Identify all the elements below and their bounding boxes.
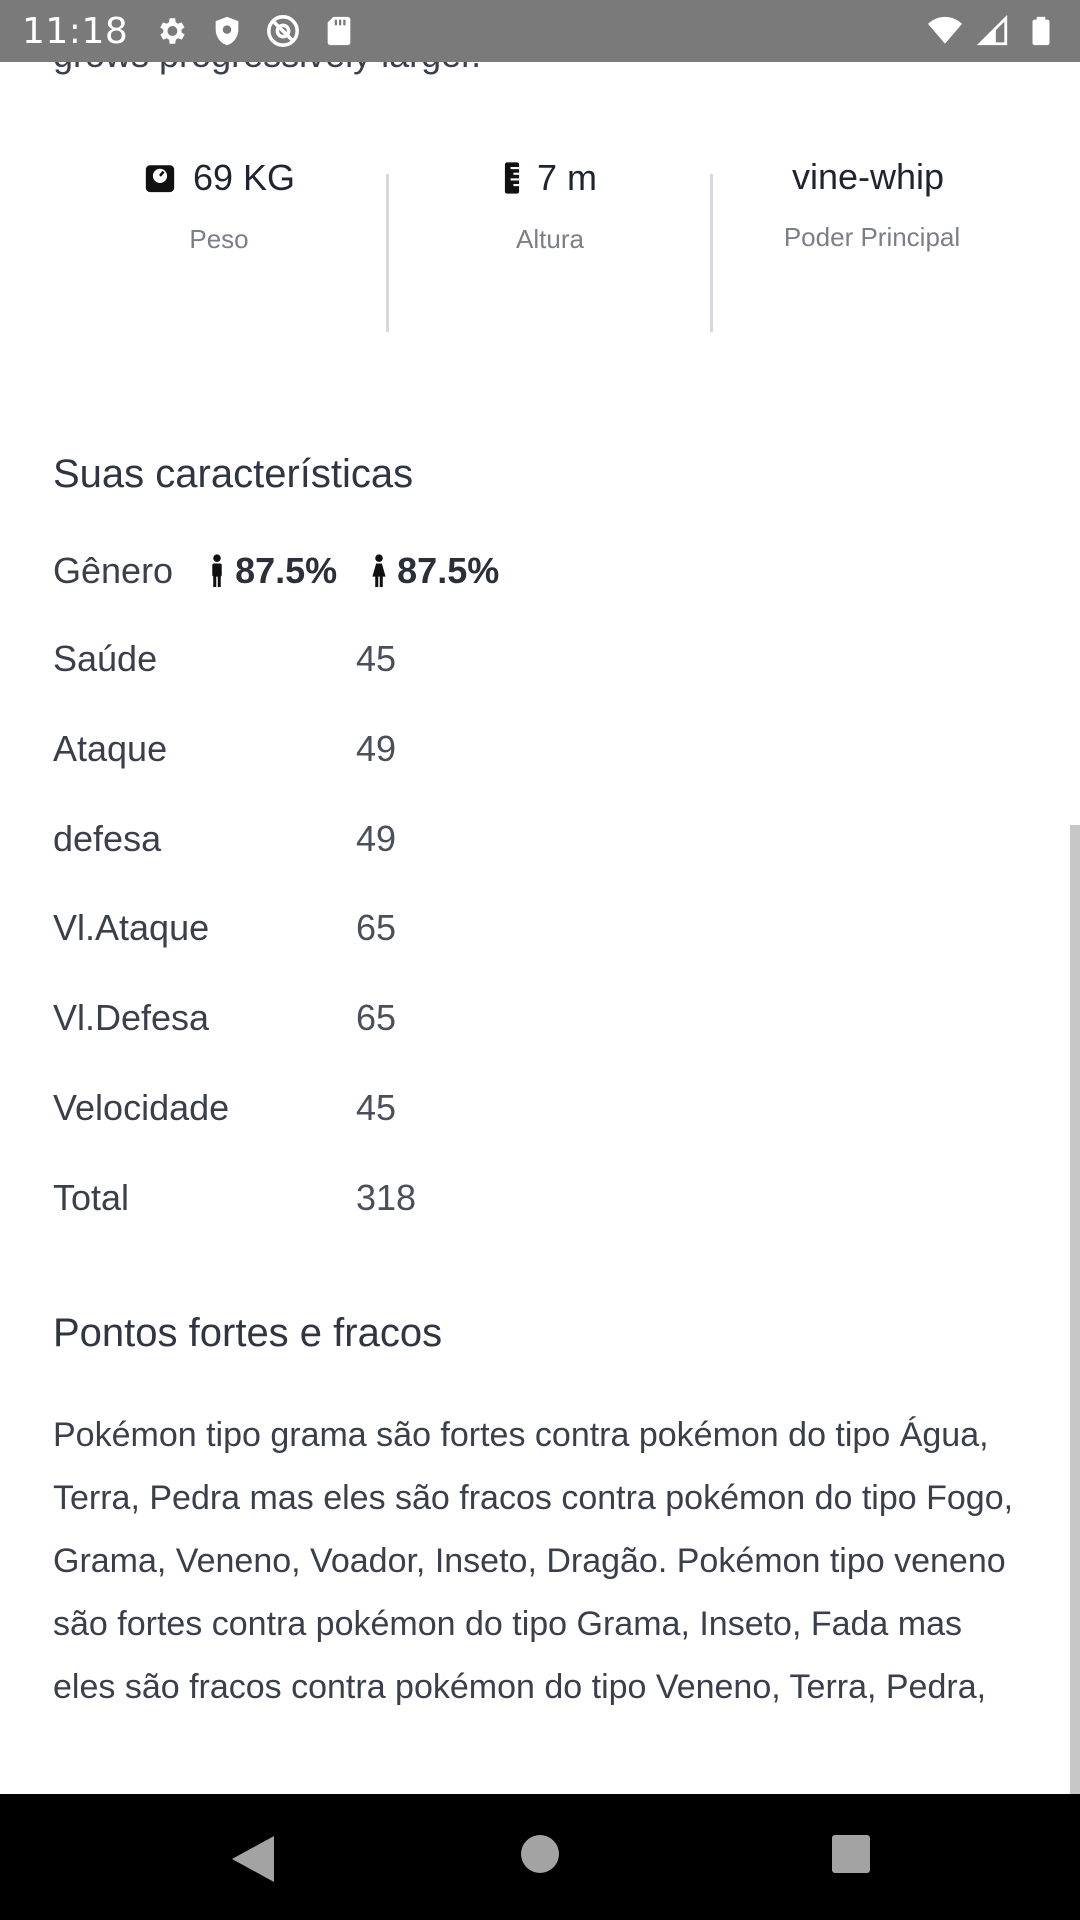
- sd-card-icon: [322, 14, 356, 48]
- gender-female: 87.5%: [371, 550, 499, 592]
- at-sign-icon: [266, 14, 300, 48]
- attribute-row: Saúde 45: [53, 634, 653, 684]
- attribute-value: 65: [356, 997, 397, 1038]
- attribute-value: 49: [356, 728, 397, 769]
- attribute-name: Ataque: [53, 728, 168, 769]
- attribute-row: Velocidade 45: [53, 1083, 653, 1133]
- weight-stat: 69 KG Peso: [60, 154, 378, 255]
- attribute-name: defesa: [53, 818, 162, 859]
- attribute-row: Total 318: [53, 1173, 653, 1223]
- attribute-value: 45: [356, 1087, 397, 1128]
- status-icons-left: [154, 14, 356, 48]
- description-text: grows progressively larger.: [53, 62, 481, 76]
- battery-icon: [1024, 14, 1058, 48]
- scrollbar[interactable]: [1070, 825, 1080, 1794]
- gear-icon: [154, 14, 188, 48]
- attribute-value: 45: [356, 638, 397, 679]
- gender-label: Gênero: [53, 550, 174, 591]
- status-bar: 11:18: [0, 0, 1080, 62]
- status-icons-right: [928, 14, 1058, 48]
- stat-divider: [386, 174, 389, 332]
- male-icon: [212, 554, 222, 588]
- gender-male-value: 87.5%: [235, 550, 338, 591]
- height-label: Altura: [516, 224, 584, 254]
- gender-male: 87.5%: [209, 550, 337, 592]
- main-power-value: vine-whip: [792, 156, 945, 197]
- height-value: 7 m: [536, 157, 597, 198]
- scale-icon: [145, 165, 175, 193]
- main-power-stat: vine-whip Poder Principal: [716, 154, 1028, 253]
- gender-row: Gênero 87.5% 87.5%: [53, 546, 533, 596]
- attribute-row: defesa 49: [53, 814, 653, 864]
- attribute-value: 65: [356, 907, 397, 948]
- attribute-row: Vl.Ataque 65: [53, 903, 653, 953]
- weight-label: Peso: [189, 224, 249, 254]
- weight-value: 69 KG: [192, 157, 296, 198]
- gender-female-value: 87.5%: [397, 550, 500, 591]
- strengths-title: Pontos fortes e fracos: [53, 1311, 443, 1355]
- ruler-icon: [504, 162, 520, 194]
- strengths-text: Pokémon tipo grama são fortes contra pok…: [53, 1416, 1014, 1706]
- stat-divider: [710, 174, 713, 332]
- attribute-name: Saúde: [53, 638, 158, 679]
- attribute-name: Vl.Defesa: [53, 997, 210, 1038]
- height-stat: 7 m Altura: [392, 154, 708, 255]
- attribute-name: Total: [53, 1177, 130, 1218]
- pokemon-detail-content[interactable]: grows progressively larger. 69 KG Peso 7…: [0, 62, 1080, 1794]
- signal-icon: [976, 14, 1010, 48]
- attribute-row: Vl.Defesa 65: [53, 993, 653, 1043]
- wifi-icon: [928, 14, 962, 48]
- main-power-label: Poder Principal: [783, 222, 961, 252]
- home-icon[interactable]: [520, 1834, 560, 1874]
- navigation-bar: [0, 1794, 1080, 1920]
- attribute-value: 49: [356, 818, 397, 859]
- shield-icon: [210, 14, 244, 48]
- recents-icon[interactable]: [831, 1834, 871, 1874]
- attribute-name: Velocidade: [53, 1087, 230, 1128]
- back-icon[interactable]: [230, 1834, 276, 1884]
- attribute-name: Vl.Ataque: [53, 907, 210, 948]
- female-icon: [372, 554, 386, 588]
- attribute-row: Ataque 49: [53, 724, 653, 774]
- status-time: 11:18: [22, 10, 129, 52]
- characteristics-title: Suas características: [53, 452, 414, 496]
- attribute-value: 318: [356, 1177, 417, 1218]
